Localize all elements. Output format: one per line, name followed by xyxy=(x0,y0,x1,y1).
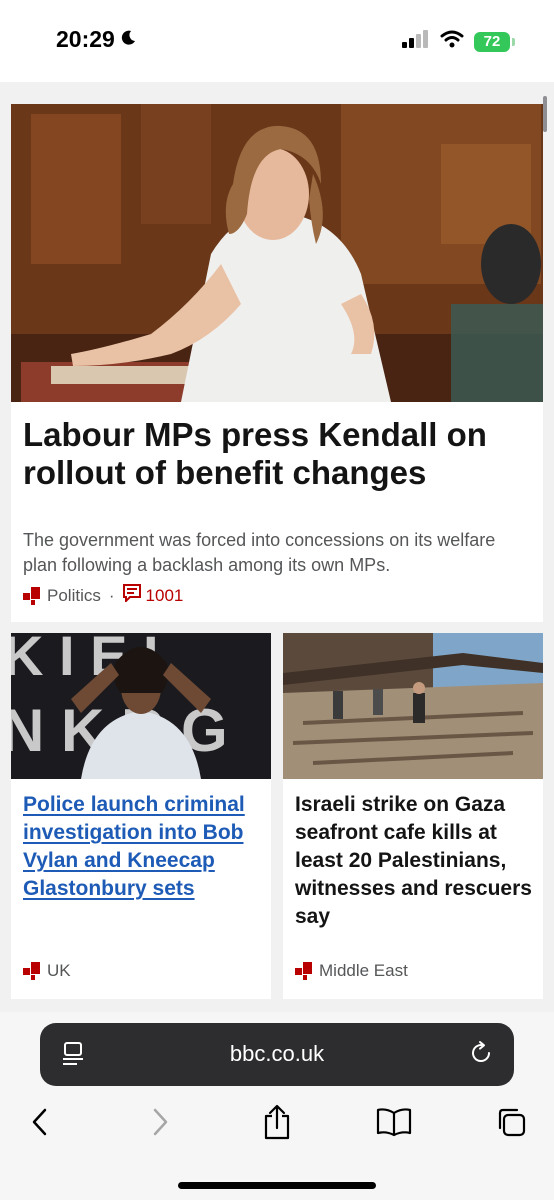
story-left-topic[interactable]: UK xyxy=(47,961,71,981)
lead-story-summary: The government was forced into concessio… xyxy=(23,530,496,575)
reload-icon[interactable] xyxy=(468,1040,494,1071)
topic-flag-icon xyxy=(23,962,41,980)
comments-link[interactable]: 1001 xyxy=(122,584,184,607)
lead-story-topic[interactable]: Politics xyxy=(47,586,101,606)
topic-flag-icon xyxy=(23,586,41,605)
story-right-image[interactable] xyxy=(283,633,543,779)
wifi-icon xyxy=(440,30,464,53)
battery-icon: 72 xyxy=(474,31,515,52)
url-text[interactable]: bbc.co.uk xyxy=(40,1041,514,1067)
bookmarks-button[interactable] xyxy=(374,1104,414,1144)
story-right-headline[interactable]: Israeli strike on Gaza seafront cafe kil… xyxy=(295,791,535,931)
lead-story-image[interactable] xyxy=(11,104,543,402)
lead-story-card[interactable]: Labour MPs press Kendall on rollout of b… xyxy=(11,104,543,622)
tabs-button[interactable] xyxy=(491,1104,531,1144)
moon-icon xyxy=(119,26,137,53)
home-indicator[interactable] xyxy=(178,1182,376,1189)
lead-story-meta: Politics · 1001 xyxy=(23,584,183,607)
story-left-meta: UK xyxy=(23,961,71,981)
topic-flag-icon xyxy=(295,962,313,980)
meta-separator: · xyxy=(108,585,115,605)
address-bar[interactable]: bbc.co.uk xyxy=(40,1023,514,1086)
story-card-left[interactable]: K I E L N K R G Police launch criminal i… xyxy=(11,633,271,999)
comments-count: 1001 xyxy=(145,585,184,605)
status-time: 20:29 xyxy=(56,26,115,52)
story-left-image[interactable]: K I E L N K R G xyxy=(11,633,271,779)
tabs-icon xyxy=(495,1106,527,1143)
share-button[interactable] xyxy=(257,1104,297,1144)
forward-button[interactable] xyxy=(140,1104,180,1144)
status-icons: 72 xyxy=(402,30,515,53)
story-right-topic[interactable]: Middle East xyxy=(319,961,408,981)
status-bar: 20:29 72 xyxy=(0,0,554,82)
story-right-meta: Middle East xyxy=(295,961,408,981)
forward-icon xyxy=(150,1107,170,1142)
page-content: Labour MPs press Kendall on rollout of b… xyxy=(0,82,554,1012)
back-button[interactable] xyxy=(20,1104,60,1144)
story-card-right[interactable]: Israeli strike on Gaza seafront cafe kil… xyxy=(283,633,543,999)
browser-bottom-bar: bbc.co.uk xyxy=(0,1012,554,1200)
bookmarks-icon xyxy=(376,1107,412,1142)
back-icon xyxy=(30,1107,50,1142)
status-time-group: 20:29 xyxy=(56,26,137,53)
story-left-headline[interactable]: Police launch criminal investigation int… xyxy=(23,791,263,903)
lead-story-headline[interactable]: Labour MPs press Kendall on rollout of b… xyxy=(23,416,531,492)
scrollbar[interactable] xyxy=(543,96,547,132)
share-icon xyxy=(262,1104,292,1145)
signal-icon xyxy=(402,30,430,53)
comment-icon xyxy=(122,584,141,607)
